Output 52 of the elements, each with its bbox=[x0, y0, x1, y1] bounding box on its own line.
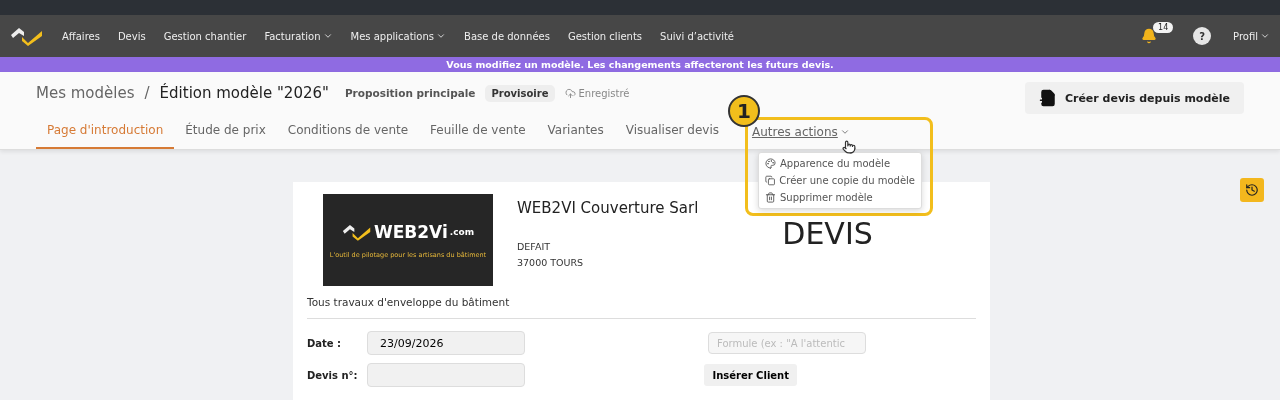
tab[interactable]: Conditions de vente bbox=[276, 123, 420, 149]
nav-link[interactable]: Mes applications bbox=[350, 30, 447, 42]
activity-text: Tous travaux d'enveloppe du bâtiment bbox=[307, 296, 511, 308]
cloud-icon bbox=[564, 87, 576, 99]
logo-icon[interactable] bbox=[10, 25, 44, 47]
menu-item[interactable]: Apparence du modèle bbox=[759, 155, 921, 172]
tab[interactable]: Feuille de vente bbox=[419, 123, 537, 149]
history-icon bbox=[1245, 183, 1259, 197]
breadcrumb-item[interactable]: Mes modèles bbox=[36, 84, 135, 102]
copy-icon bbox=[765, 175, 776, 186]
nav-link[interactable]: Suivi d’activité bbox=[660, 30, 734, 42]
palette-icon bbox=[765, 158, 776, 169]
nav-link[interactable]: Facturation bbox=[264, 30, 333, 42]
info-banner: Vous modifiez un modèle. Les changements affecteront les futurs devis. bbox=[0, 57, 1280, 72]
more-actions-menu[interactable]: Autres actions bbox=[729, 125, 850, 149]
address-line: 37000 TOURS bbox=[517, 256, 585, 270]
profile-menu[interactable]: Profil bbox=[1233, 30, 1270, 42]
breadcrumb-item: Édition modèle "2026" bbox=[159, 84, 329, 102]
proposal-label: Proposition principale bbox=[344, 87, 476, 99]
tab[interactable]: Visualiser devis bbox=[614, 123, 730, 149]
quote-number-field[interactable] bbox=[367, 363, 525, 387]
date-label: Date : bbox=[307, 337, 343, 349]
status-tag: Provisoire bbox=[485, 84, 555, 102]
formula-field[interactable]: Formule (ex : "A l'attentic bbox=[708, 332, 866, 354]
breadcrumb-separator: / bbox=[144, 84, 150, 102]
history-button[interactable] bbox=[1240, 178, 1264, 202]
menu-item[interactable]: Créer une copie du modèle bbox=[759, 172, 921, 189]
quote-number-label: Devis n°: bbox=[307, 369, 359, 381]
saved-status: Enregistré bbox=[578, 87, 630, 99]
nav-link[interactable]: Base de données bbox=[464, 30, 550, 42]
tab[interactable]: Variantes bbox=[536, 123, 615, 149]
logo-suffix: .com bbox=[449, 227, 475, 237]
nav-link[interactable]: Gestion clients bbox=[567, 30, 643, 42]
help-button[interactable]: ? bbox=[1193, 27, 1212, 45]
create-quote-button[interactable]: Créer devis depuis modèle bbox=[1024, 82, 1244, 114]
company-name: WEB2VI Couverture Sarl bbox=[517, 199, 699, 217]
nav-link[interactable]: Gestion chantier bbox=[163, 30, 247, 42]
menu-item[interactable]: Supprimer modèle bbox=[759, 189, 921, 206]
date-field[interactable]: 23/09/2026 bbox=[367, 331, 525, 355]
notification-count: 14 bbox=[1153, 22, 1174, 33]
address-line: DEFAIT bbox=[517, 240, 551, 254]
tab[interactable]: Étude de prix bbox=[174, 123, 277, 149]
insert-client-button[interactable]: Insérer Client bbox=[704, 364, 797, 386]
caret-icon bbox=[839, 127, 850, 137]
chevron-down-icon bbox=[1260, 31, 1270, 41]
bell-icon[interactable] bbox=[1141, 28, 1158, 44]
logo-text: WEB2Vi bbox=[373, 222, 448, 242]
nav-link[interactable]: Affaires bbox=[62, 30, 100, 42]
trash-icon bbox=[765, 192, 776, 203]
nav-link[interactable]: Devis bbox=[117, 30, 146, 42]
document-title: DEVIS bbox=[782, 216, 873, 253]
file-icon bbox=[1038, 89, 1057, 107]
